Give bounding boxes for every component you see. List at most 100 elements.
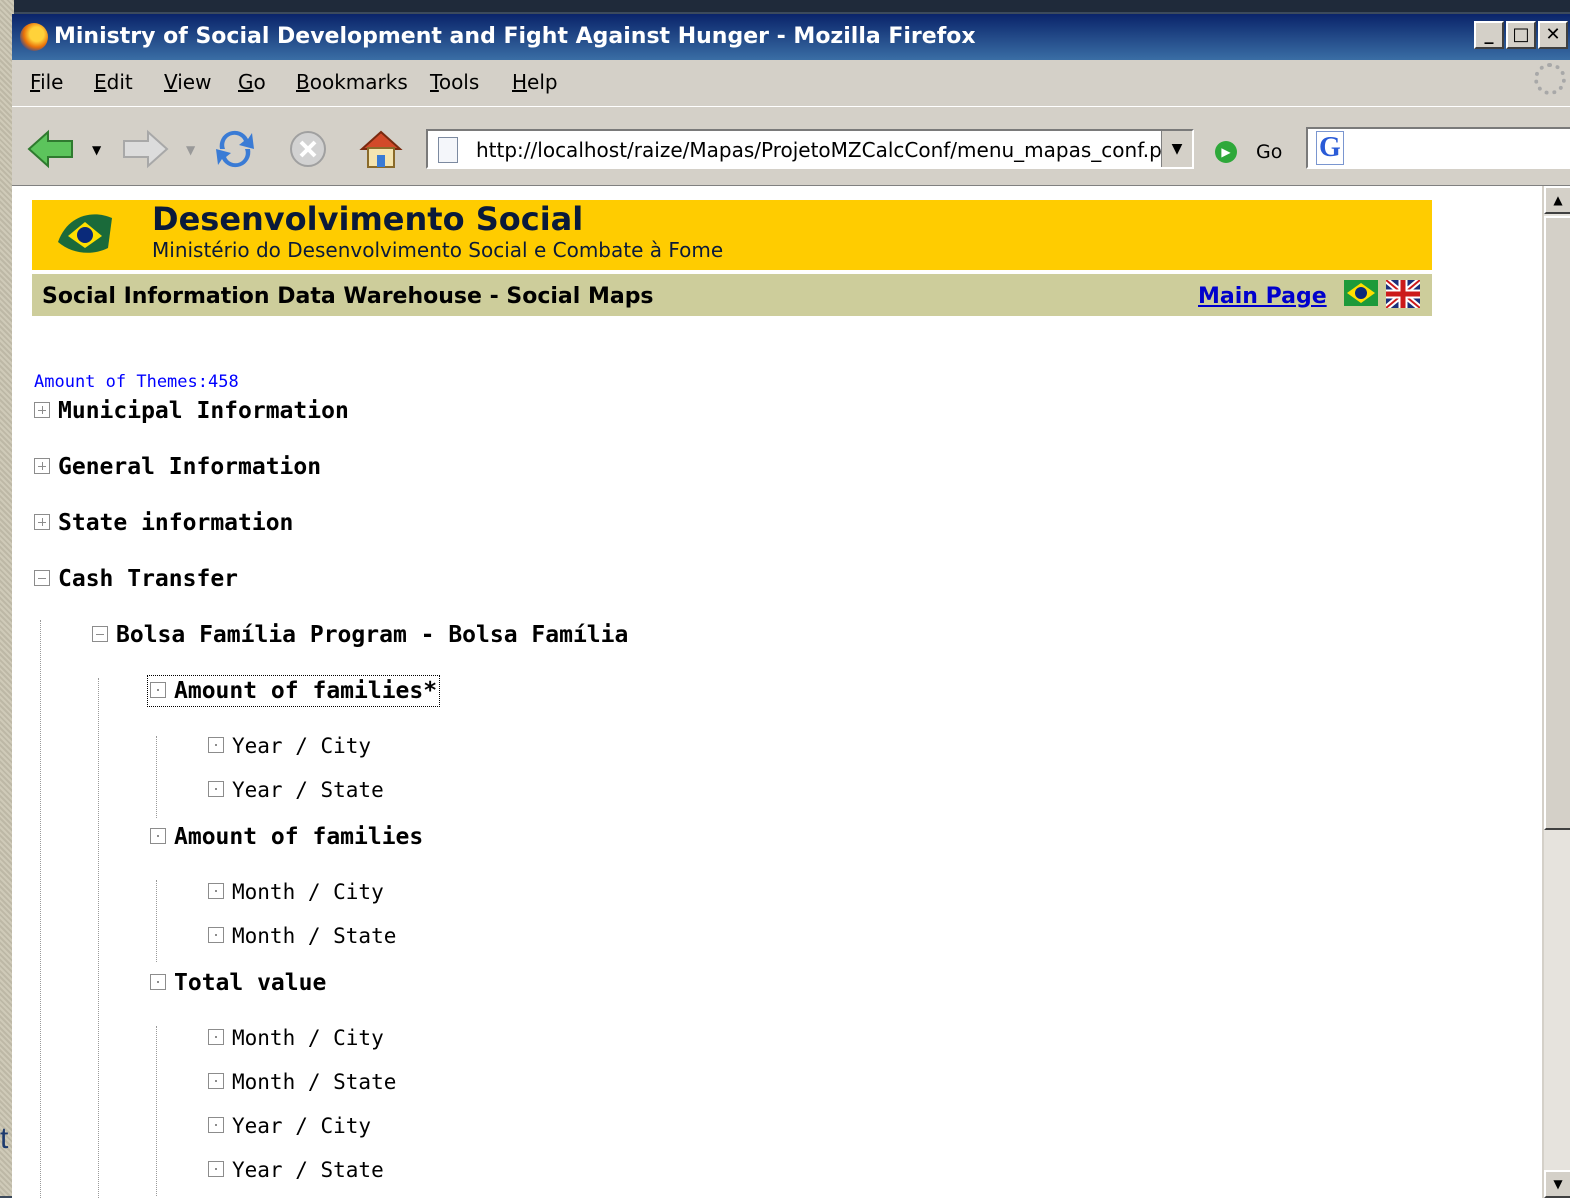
tree-node-label: Cash Transfer <box>58 566 239 592</box>
tree-leaf[interactable]: Month / City <box>208 1026 384 1050</box>
tree-leaf[interactable]: Year / State <box>208 778 384 802</box>
tree-guide-line <box>156 736 157 818</box>
menu-bar: File Edit View Go Bookmarks Tools Help <box>12 60 1570 104</box>
menu-go[interactable]: Go <box>238 70 266 94</box>
tree-node-label: Amount of families <box>174 824 424 850</box>
node-icon <box>150 681 166 698</box>
home-icon[interactable] <box>356 127 406 171</box>
tree-leaf[interactable]: Month / State <box>208 924 396 948</box>
tree-guide-line <box>156 1026 157 1196</box>
tree-node-amount-of-families[interactable]: Amount of families <box>150 824 423 850</box>
leaf-icon <box>208 1073 224 1089</box>
collapse-icon[interactable] <box>34 569 50 586</box>
uk-flag-icon[interactable] <box>1386 280 1420 308</box>
menu-file[interactable]: File <box>30 70 63 94</box>
leaf-icon <box>208 1029 224 1045</box>
subheader-title: Social Information Data Warehouse - Soci… <box>42 284 654 309</box>
expand-icon[interactable] <box>34 513 50 530</box>
address-bar[interactable]: http://localhost/raize/Mapas/ProjetoMZCa… <box>426 129 1194 169</box>
themes-count: Amount of Themes:458 <box>34 372 239 392</box>
tree-node-municipal[interactable]: Municipal Information <box>34 398 349 424</box>
collapse-icon[interactable] <box>92 625 108 642</box>
tree-leaf-label: Year / City <box>232 734 372 758</box>
node-icon <box>150 973 166 990</box>
tree-node-label: Bolsa Família Program - Bolsa Família <box>116 622 629 648</box>
tree-node-total-value[interactable]: Total value <box>150 970 326 996</box>
address-dropdown-icon[interactable]: ▼ <box>1161 131 1192 167</box>
tree-node-label: General Information <box>58 454 322 480</box>
banner-subtitle: Ministério do Desenvolvimento Social e C… <box>152 238 724 262</box>
desktop-top-edge <box>0 0 1570 12</box>
firefox-icon <box>20 23 48 51</box>
tree-leaf[interactable]: Month / City <box>208 880 384 904</box>
forward-arrow-icon[interactable] <box>120 127 170 171</box>
leaf-icon <box>208 781 224 797</box>
desktop-edge-text: t <box>0 1122 9 1155</box>
maximize-button[interactable]: □ <box>1506 21 1536 49</box>
page-content: Desenvolvimento Social Ministério do Des… <box>12 186 1542 1198</box>
back-dropdown-icon[interactable]: ▼ <box>92 143 101 157</box>
tree-node-label: Municipal Information <box>58 398 349 424</box>
scroll-up-arrow-icon[interactable]: ▲ <box>1544 186 1570 214</box>
tree-node-label: Amount of families* <box>174 678 438 704</box>
tree-leaf[interactable]: Year / City <box>208 734 371 758</box>
tree-node-amount-of-families-star[interactable]: Amount of families* <box>146 675 441 707</box>
tree-leaf-label: Year / City <box>232 1114 372 1138</box>
leaf-icon <box>208 883 224 899</box>
brazil-flag-icon[interactable] <box>1344 280 1378 306</box>
navigation-toolbar: ▼ ▼ http://localhost/raize/Mapas/Projeto… <box>12 106 1570 186</box>
leaf-icon <box>208 737 224 753</box>
address-input[interactable]: http://localhost/raize/Mapas/ProjetoMZCa… <box>476 138 1162 162</box>
menu-help[interactable]: Help <box>512 70 558 94</box>
leaf-icon <box>208 927 224 943</box>
scroll-thumb[interactable] <box>1544 216 1570 830</box>
tree-leaf-label: Month / State <box>232 924 397 948</box>
tree-guide-line <box>156 880 157 962</box>
expand-icon[interactable] <box>34 457 50 474</box>
go-button[interactable]: Go <box>1256 141 1282 163</box>
brazil-emblem-icon <box>58 214 112 253</box>
stop-icon[interactable] <box>286 127 330 171</box>
vertical-scrollbar[interactable]: ▲ ▼ <box>1544 186 1570 1198</box>
minimize-button[interactable]: _ <box>1474 21 1504 49</box>
tree-guide-line <box>40 620 41 1198</box>
tree-node-cash-transfer[interactable]: Cash Transfer <box>34 566 238 592</box>
tree-leaf[interactable]: Month / State <box>208 1070 396 1094</box>
throbber-icon <box>1534 63 1566 95</box>
site-banner: Desenvolvimento Social Ministério do Des… <box>32 200 1432 270</box>
forward-dropdown-icon[interactable]: ▼ <box>186 143 195 157</box>
tree-node-state[interactable]: State information <box>34 510 293 536</box>
menu-tools[interactable]: Tools <box>430 70 479 94</box>
back-arrow-icon[interactable] <box>26 127 76 171</box>
tree-leaf-label: Year / State <box>232 778 384 802</box>
browser-window: Ministry of Social Development and Fight… <box>12 14 1570 1198</box>
tree-guide-line <box>98 678 99 1198</box>
go-icon[interactable]: ▶ <box>1215 141 1237 163</box>
window-controls: _ □ ✕ <box>1474 21 1568 49</box>
reload-icon[interactable] <box>212 127 258 171</box>
site-subheader: Social Information Data Warehouse - Soci… <box>32 274 1432 316</box>
close-button[interactable]: ✕ <box>1538 21 1568 49</box>
tree-node-general[interactable]: General Information <box>34 454 321 480</box>
menu-edit[interactable]: Edit <box>94 70 133 94</box>
search-box[interactable]: G <box>1306 127 1570 169</box>
menu-bookmarks[interactable]: Bookmarks <box>296 70 408 94</box>
banner-title: Desenvolvimento Social <box>152 200 584 238</box>
title-bar[interactable]: Ministry of Social Development and Fight… <box>12 14 1570 60</box>
expand-icon[interactable] <box>34 401 50 418</box>
node-icon <box>150 827 166 844</box>
menu-view[interactable]: View <box>164 70 211 94</box>
leaf-icon <box>208 1117 224 1133</box>
tree-leaf[interactable]: Year / City <box>208 1114 371 1138</box>
tree-node-label: Total value <box>174 970 327 996</box>
page-icon <box>438 137 458 163</box>
scroll-down-arrow-icon[interactable]: ▼ <box>1544 1170 1570 1198</box>
main-page-link[interactable]: Main Page <box>1198 284 1327 309</box>
tree-leaf[interactable]: Year / State <box>208 1158 384 1182</box>
google-search-icon[interactable]: G <box>1316 131 1344 165</box>
tree-node-bolsa-familia[interactable]: Bolsa Família Program - Bolsa Família <box>92 622 628 648</box>
tree-node-label: State information <box>58 510 294 536</box>
leaf-icon <box>208 1161 224 1177</box>
tree-leaf-label: Month / City <box>232 1026 384 1050</box>
tree-leaf-label: Year / State <box>232 1158 384 1182</box>
